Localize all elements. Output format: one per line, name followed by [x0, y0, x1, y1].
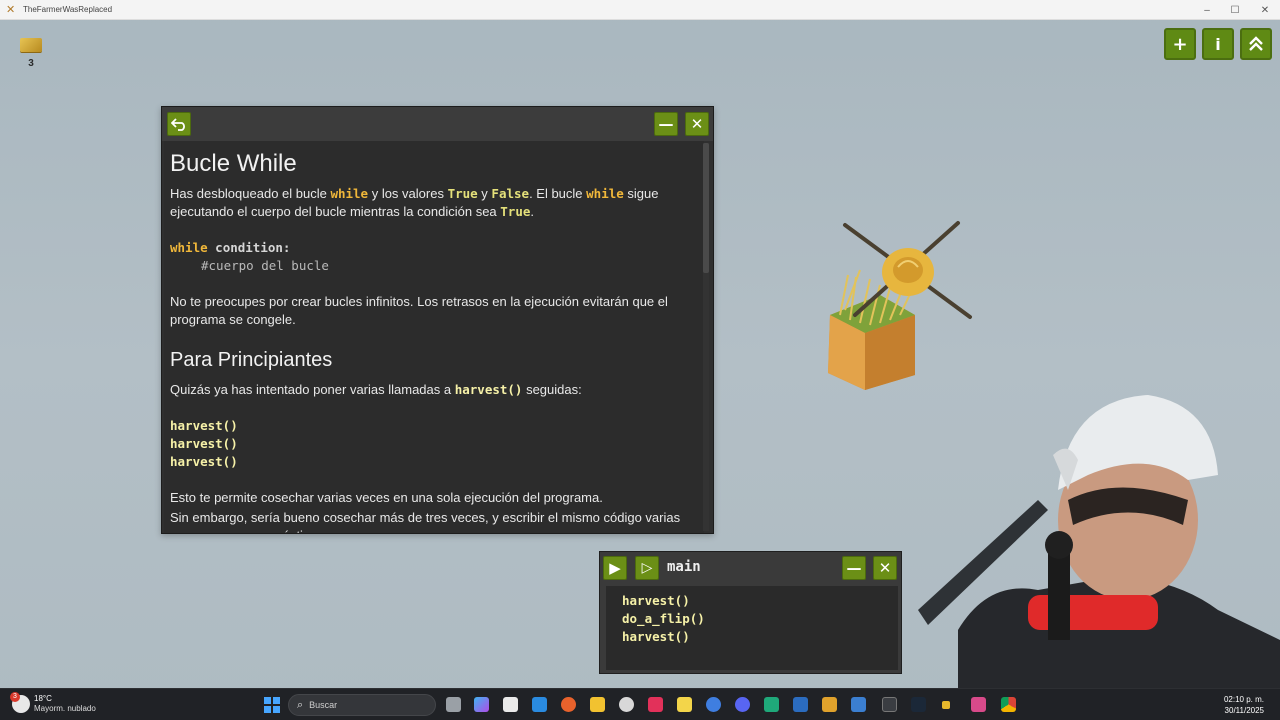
task-view-icon[interactable]	[446, 697, 461, 712]
weather-icon: 3	[10, 692, 30, 713]
minimize-window-button[interactable]: –	[1192, 0, 1222, 20]
docs-title: Bucle While	[170, 150, 297, 177]
mail-icon[interactable]	[532, 697, 547, 712]
clock-time: 02:10 p. m.	[1223, 695, 1264, 704]
windows-taskbar: 3 18°C Mayorm. nublado ⌕ Buscar 02:10 p.…	[0, 688, 1280, 720]
docs-window-header[interactable]: — ✕	[162, 107, 713, 141]
maximize-window-button[interactable]: ☐	[1220, 0, 1250, 20]
editor-file-name: main	[667, 559, 701, 575]
search-icon: ⌕	[297, 698, 304, 711]
docs-minimize-button[interactable]: —	[654, 112, 678, 136]
back-arrow-icon	[171, 118, 185, 131]
app-icon-green[interactable]	[764, 697, 779, 712]
editor-header[interactable]: ▶ ▷ main — ✕	[600, 552, 901, 584]
app-icon-folder[interactable]	[822, 697, 837, 712]
weather-widget[interactable]: 3 18°C Mayorm. nublado	[10, 692, 96, 714]
docs-subtitle: Para Principiantes	[170, 349, 333, 371]
docs-scrollbar[interactable]	[703, 143, 709, 531]
gold-bar-icon	[20, 38, 42, 52]
gold-count: 3	[28, 58, 34, 69]
tiktok-icon[interactable]	[648, 697, 663, 712]
app-icon-pink[interactable]	[971, 697, 986, 712]
copilot-icon[interactable]	[474, 697, 489, 712]
weather-desc: Mayorm. nublado	[34, 704, 96, 713]
chrome-icon[interactable]	[1001, 697, 1016, 712]
obs-icon[interactable]	[882, 697, 897, 712]
discord-icon[interactable]	[735, 697, 750, 712]
sticky-notes-icon[interactable]	[677, 697, 692, 712]
code-input[interactable]: harvest() do_a_flip() harvest()	[606, 586, 898, 670]
docs-scrollbar-thumb[interactable]	[703, 143, 709, 273]
store-icon[interactable]	[503, 697, 518, 712]
window-title: TheFarmerWasReplaced	[23, 5, 113, 14]
calendar-icon[interactable]	[851, 697, 866, 712]
system-clock[interactable]: 02:10 p. m. 30/11/2025	[1224, 694, 1264, 716]
clock-date: 30/11/2025	[1224, 706, 1264, 715]
double-chevron-up-icon	[1249, 36, 1263, 51]
code-editor-window: ▶ ▷ main — ✕ harvest() do_a_flip() harve…	[599, 551, 902, 674]
weather-temp: 18°C	[34, 694, 52, 703]
steam-icon[interactable]	[911, 697, 926, 712]
info-button[interactable]: i	[1202, 28, 1234, 60]
docs-paragraph-infinite: No te preocupes por crear bucles infinit…	[170, 294, 668, 327]
gold-counter: 3	[18, 38, 44, 74]
code-line: harvest()	[622, 593, 690, 608]
game-icon[interactable]	[942, 701, 950, 709]
start-button[interactable]	[264, 697, 280, 713]
editor-minimize-button[interactable]: —	[842, 556, 866, 580]
run-button[interactable]: ▶	[603, 556, 627, 580]
docs-window: — ✕ Bucle While Has desbloqueado el bucl…	[161, 106, 714, 534]
collapse-button[interactable]	[1240, 28, 1272, 60]
docs-content[interactable]: Bucle While Has desbloqueado el bucle wh…	[164, 141, 704, 533]
drone-on-farm-tile	[828, 221, 972, 390]
taskbar-search[interactable]: ⌕ Buscar	[288, 694, 436, 716]
search-placeholder: Buscar	[309, 700, 338, 710]
back-button[interactable]	[167, 112, 191, 136]
code-example-harvest: harvest() harvest() harvest()	[170, 418, 238, 469]
add-window-button[interactable]: +	[1164, 28, 1196, 60]
step-button[interactable]: ▷	[635, 556, 659, 580]
app-icon-blue[interactable]	[793, 697, 808, 712]
close-window-button[interactable]: ✕	[1250, 0, 1280, 20]
app-icon-capcut[interactable]	[619, 697, 634, 712]
file-explorer-icon[interactable]	[590, 697, 605, 712]
weather-badge: 3	[10, 692, 20, 702]
docs-paragraph-multiple: Esto te permite cosechar varias veces en…	[170, 490, 603, 505]
edge-icon[interactable]	[706, 697, 721, 712]
window-titlebar: ✕ TheFarmerWasReplaced	[0, 0, 1280, 20]
code-line: do_a_flip()	[622, 611, 705, 626]
app-icon: ✕	[6, 3, 16, 16]
docs-paragraph-however: Sin embargo, sería bueno cosechar más de…	[170, 510, 681, 533]
docs-paragraph-intro: Has desbloqueado el bucle while y los va…	[170, 186, 659, 219]
docs-close-button[interactable]: ✕	[685, 112, 709, 136]
firefox-icon[interactable]	[561, 697, 576, 712]
code-line: harvest()	[622, 629, 690, 644]
webcam-overlay	[918, 395, 1280, 688]
editor-close-button[interactable]: ✕	[873, 556, 897, 580]
code-example-while: while condition: #cuerpo del bucle	[170, 240, 329, 273]
docs-paragraph-harvest: Quizás ya has intentado poner varias lla…	[170, 382, 582, 397]
